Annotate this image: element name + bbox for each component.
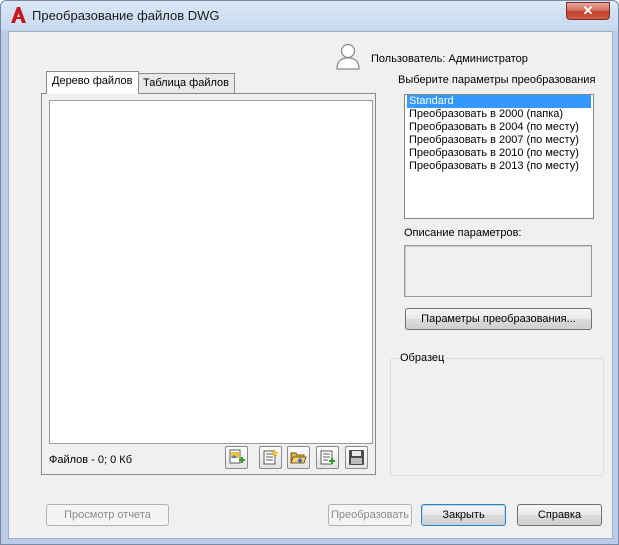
close-icon: ✕: [582, 3, 594, 18]
add-file-button[interactable]: [225, 446, 248, 469]
dwg-convert-window: Преобразование файлов DWG ✕ Пользователь…: [0, 0, 619, 545]
save-list-button[interactable]: [345, 446, 368, 469]
params-group-label: Выберите параметры преобразования: [398, 74, 596, 86]
append-list-icon: [320, 450, 335, 465]
new-list-button[interactable]: [259, 446, 282, 469]
view-report-button[interactable]: Просмотр отчета: [46, 504, 169, 526]
list-item[interactable]: Преобразовать в 2000 (папка): [407, 108, 591, 121]
open-list-button[interactable]: [287, 446, 310, 469]
description-label: Описание параметров:: [404, 227, 522, 239]
list-item[interactable]: Преобразовать в 2013 (по месту): [407, 160, 591, 173]
convert-button[interactable]: Преобразовать: [328, 504, 412, 526]
files-count-label: Файлов - 0; 0 Кб: [49, 454, 133, 466]
open-list-icon: [290, 452, 307, 464]
new-list-icon: [263, 449, 279, 465]
conversion-params-button[interactable]: Параметры преобразования...: [405, 308, 592, 330]
description-box: [404, 245, 592, 297]
sample-label: Образец: [398, 352, 447, 364]
list-item[interactable]: Преобразовать в 2007 (по месту): [407, 134, 591, 147]
file-panel: Файлов - 0; 0 Кб: [41, 93, 376, 475]
tab-file-table[interactable]: Таблица файлов: [137, 73, 236, 93]
window-title: Преобразование файлов DWG: [32, 8, 220, 23]
user-label: Пользователь: Администратор: [371, 53, 528, 65]
window-close-button[interactable]: ✕: [566, 2, 610, 20]
list-item[interactable]: Преобразовать в 2010 (по месту): [407, 147, 591, 160]
title-bar[interactable]: Преобразование файлов DWG ✕: [1, 1, 618, 31]
help-button[interactable]: Справка: [517, 504, 602, 526]
params-listbox[interactable]: Standard Преобразовать в 2000 (папка) Пр…: [404, 94, 594, 219]
sample-group: [390, 358, 604, 476]
close-button[interactable]: Закрыть: [421, 504, 506, 526]
add-file-icon: [229, 449, 245, 464]
user-icon: [336, 43, 360, 70]
autocad-app-icon: [11, 7, 26, 23]
append-list-button[interactable]: [316, 446, 339, 469]
file-tree-view[interactable]: [49, 100, 373, 444]
save-list-icon: [349, 450, 364, 465]
list-item[interactable]: Standard: [407, 95, 591, 108]
list-item[interactable]: Преобразовать в 2004 (по месту): [407, 121, 591, 134]
dialog-body: Пользователь: Администратор Дерево файло…: [8, 31, 613, 539]
tab-file-tree[interactable]: Дерево файлов: [46, 71, 139, 94]
